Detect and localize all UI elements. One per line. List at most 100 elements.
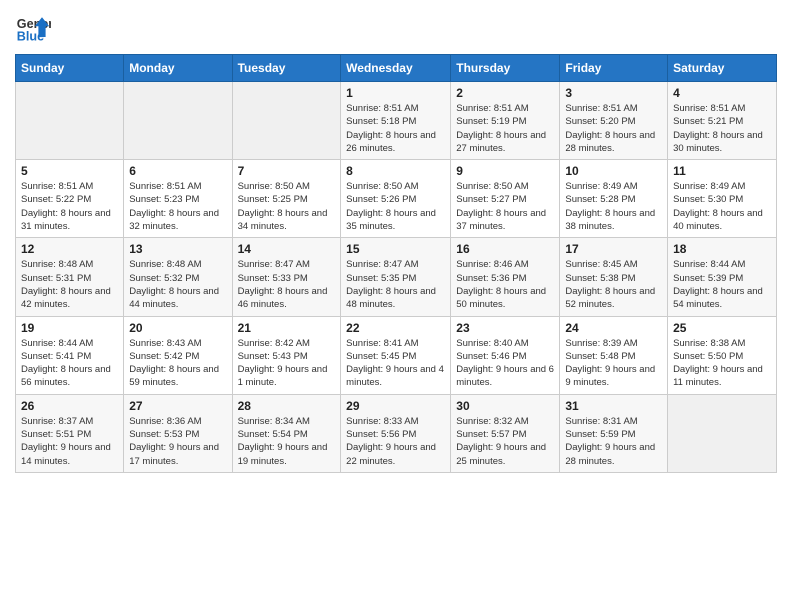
calendar-cell: 31 Sunrise: 8:31 AM Sunset: 5:59 PM Dayli… [560,394,668,472]
calendar-cell: 30 Sunrise: 8:32 AM Sunset: 5:57 PM Dayli… [451,394,560,472]
calendar-cell: 9 Sunrise: 8:50 AM Sunset: 5:27 PM Daylig… [451,160,560,238]
day-info: Sunrise: 8:33 AM Sunset: 5:56 PM Dayligh… [346,415,445,468]
calendar-cell: 13 Sunrise: 8:48 AM Sunset: 5:32 PM Dayli… [124,238,232,316]
logo-icon: General Blue [15,10,51,46]
day-number: 20 [129,321,226,335]
day-number: 4 [673,86,771,100]
day-info: Sunrise: 8:44 AM Sunset: 5:39 PM Dayligh… [673,258,771,311]
day-info: Sunrise: 8:49 AM Sunset: 5:30 PM Dayligh… [673,180,771,233]
weekday-header-sunday: Sunday [16,55,124,82]
calendar-cell: 29 Sunrise: 8:33 AM Sunset: 5:56 PM Dayli… [341,394,451,472]
day-number: 28 [238,399,336,413]
day-info: Sunrise: 8:39 AM Sunset: 5:48 PM Dayligh… [565,337,662,390]
weekday-header-row: SundayMondayTuesdayWednesdayThursdayFrid… [16,55,777,82]
day-number: 13 [129,242,226,256]
day-number: 17 [565,242,662,256]
calendar-cell: 27Sunrise: 8:36 AM Sunset: 5:53 PM Dayli… [124,394,232,472]
day-info: Sunrise: 8:51 AM Sunset: 5:18 PM Dayligh… [346,102,445,155]
day-number: 10 [565,164,662,178]
day-info: Sunrise: 8:48 AM Sunset: 5:31 PM Dayligh… [21,258,118,311]
day-number: 11 [673,164,771,178]
day-number: 22 [346,321,445,335]
calendar-cell: 19 Sunrise: 8:44 AM Sunset: 5:41 PM Dayli… [16,316,124,394]
page-header: General Blue [15,10,777,46]
day-number: 9 [456,164,554,178]
calendar-cell: 4 Sunrise: 8:51 AM Sunset: 5:21 PM Daylig… [668,82,777,160]
day-info: Sunrise: 8:46 AM Sunset: 5:36 PM Dayligh… [456,258,554,311]
calendar-cell [668,394,777,472]
day-number: 1 [346,86,445,100]
day-number: 23 [456,321,554,335]
day-info: Sunrise: 8:42 AM Sunset: 5:43 PM Dayligh… [238,337,336,390]
day-number: 12 [21,242,118,256]
day-info: Sunrise: 8:51 AM Sunset: 5:20 PM Dayligh… [565,102,662,155]
weekday-header-wednesday: Wednesday [341,55,451,82]
day-info: Sunrise: 8:50 AM Sunset: 5:25 PM Dayligh… [238,180,336,233]
calendar-cell: 28 Sunrise: 8:34 AM Sunset: 5:54 PM Dayli… [232,394,341,472]
day-info: Sunrise: 8:41 AM Sunset: 5:45 PM Dayligh… [346,337,445,390]
calendar-cell: 10 Sunrise: 8:49 AM Sunset: 5:28 PM Dayli… [560,160,668,238]
calendar-cell: 12 Sunrise: 8:48 AM Sunset: 5:31 PM Dayli… [16,238,124,316]
day-info: Sunrise: 8:51 AM Sunset: 5:22 PM Dayligh… [21,180,118,233]
day-info: Sunrise: 8:48 AM Sunset: 5:32 PM Dayligh… [129,258,226,311]
week-row-5: 26 Sunrise: 8:37 AM Sunset: 5:51 PM Dayli… [16,394,777,472]
calendar-cell: 3 Sunrise: 8:51 AM Sunset: 5:20 PM Daylig… [560,82,668,160]
day-number: 21 [238,321,336,335]
day-info: Sunrise: 8:34 AM Sunset: 5:54 PM Dayligh… [238,415,336,468]
calendar-cell [232,82,341,160]
calendar-cell: 21 Sunrise: 8:42 AM Sunset: 5:43 PM Dayli… [232,316,341,394]
day-number: 7 [238,164,336,178]
day-number: 6 [129,164,226,178]
day-number: 8 [346,164,445,178]
calendar-cell: 2 Sunrise: 8:51 AM Sunset: 5:19 PM Daylig… [451,82,560,160]
day-number: 24 [565,321,662,335]
day-info: Sunrise: 8:31 AM Sunset: 5:59 PM Dayligh… [565,415,662,468]
day-info: Sunrise: 8:37 AM Sunset: 5:51 PM Dayligh… [21,415,118,468]
weekday-header-thursday: Thursday [451,55,560,82]
day-number: 2 [456,86,554,100]
day-info: Sunrise: 8:40 AM Sunset: 5:46 PM Dayligh… [456,337,554,390]
calendar-cell [124,82,232,160]
day-info: Sunrise: 8:51 AM Sunset: 5:19 PM Dayligh… [456,102,554,155]
calendar-table: SundayMondayTuesdayWednesdayThursdayFrid… [15,54,777,473]
day-number: 30 [456,399,554,413]
day-info: Sunrise: 8:32 AM Sunset: 5:57 PM Dayligh… [456,415,554,468]
day-number: 26 [21,399,118,413]
calendar-cell: 26 Sunrise: 8:37 AM Sunset: 5:51 PM Dayli… [16,394,124,472]
day-info: Sunrise: 8:50 AM Sunset: 5:27 PM Dayligh… [456,180,554,233]
calendar-cell: 23 Sunrise: 8:40 AM Sunset: 5:46 PM Dayli… [451,316,560,394]
day-info: Sunrise: 8:47 AM Sunset: 5:33 PM Dayligh… [238,258,336,311]
week-row-1: 1 Sunrise: 8:51 AM Sunset: 5:18 PM Daylig… [16,82,777,160]
weekday-header-saturday: Saturday [668,55,777,82]
calendar-cell: 17 Sunrise: 8:45 AM Sunset: 5:38 PM Dayli… [560,238,668,316]
day-number: 15 [346,242,445,256]
day-info: Sunrise: 8:47 AM Sunset: 5:35 PM Dayligh… [346,258,445,311]
day-number: 27 [129,399,226,413]
calendar-cell: 20 Sunrise: 8:43 AM Sunset: 5:42 PM Dayli… [124,316,232,394]
day-number: 3 [565,86,662,100]
day-number: 31 [565,399,662,413]
day-info: Sunrise: 8:51 AM Sunset: 5:23 PM Dayligh… [129,180,226,233]
calendar-cell: 25Sunrise: 8:38 AM Sunset: 5:50 PM Dayli… [668,316,777,394]
calendar-cell [16,82,124,160]
day-info: Sunrise: 8:49 AM Sunset: 5:28 PM Dayligh… [565,180,662,233]
day-info: Sunrise: 8:44 AM Sunset: 5:41 PM Dayligh… [21,337,118,390]
day-info: Sunrise: 8:51 AM Sunset: 5:21 PM Dayligh… [673,102,771,155]
day-number: 29 [346,399,445,413]
day-number: 25 [673,321,771,335]
calendar-cell: 7 Sunrise: 8:50 AM Sunset: 5:25 PM Daylig… [232,160,341,238]
week-row-2: 5Sunrise: 8:51 AM Sunset: 5:22 PM Daylig… [16,160,777,238]
day-info: Sunrise: 8:50 AM Sunset: 5:26 PM Dayligh… [346,180,445,233]
calendar-cell: 14Sunrise: 8:47 AM Sunset: 5:33 PM Dayli… [232,238,341,316]
calendar-cell: 1 Sunrise: 8:51 AM Sunset: 5:18 PM Daylig… [341,82,451,160]
day-info: Sunrise: 8:43 AM Sunset: 5:42 PM Dayligh… [129,337,226,390]
calendar-cell: 22 Sunrise: 8:41 AM Sunset: 5:45 PM Dayli… [341,316,451,394]
week-row-4: 19 Sunrise: 8:44 AM Sunset: 5:41 PM Dayli… [16,316,777,394]
day-number: 19 [21,321,118,335]
calendar-cell: 5Sunrise: 8:51 AM Sunset: 5:22 PM Daylig… [16,160,124,238]
logo: General Blue [15,10,55,46]
day-info: Sunrise: 8:45 AM Sunset: 5:38 PM Dayligh… [565,258,662,311]
weekday-header-monday: Monday [124,55,232,82]
week-row-3: 12 Sunrise: 8:48 AM Sunset: 5:31 PM Dayli… [16,238,777,316]
day-number: 18 [673,242,771,256]
